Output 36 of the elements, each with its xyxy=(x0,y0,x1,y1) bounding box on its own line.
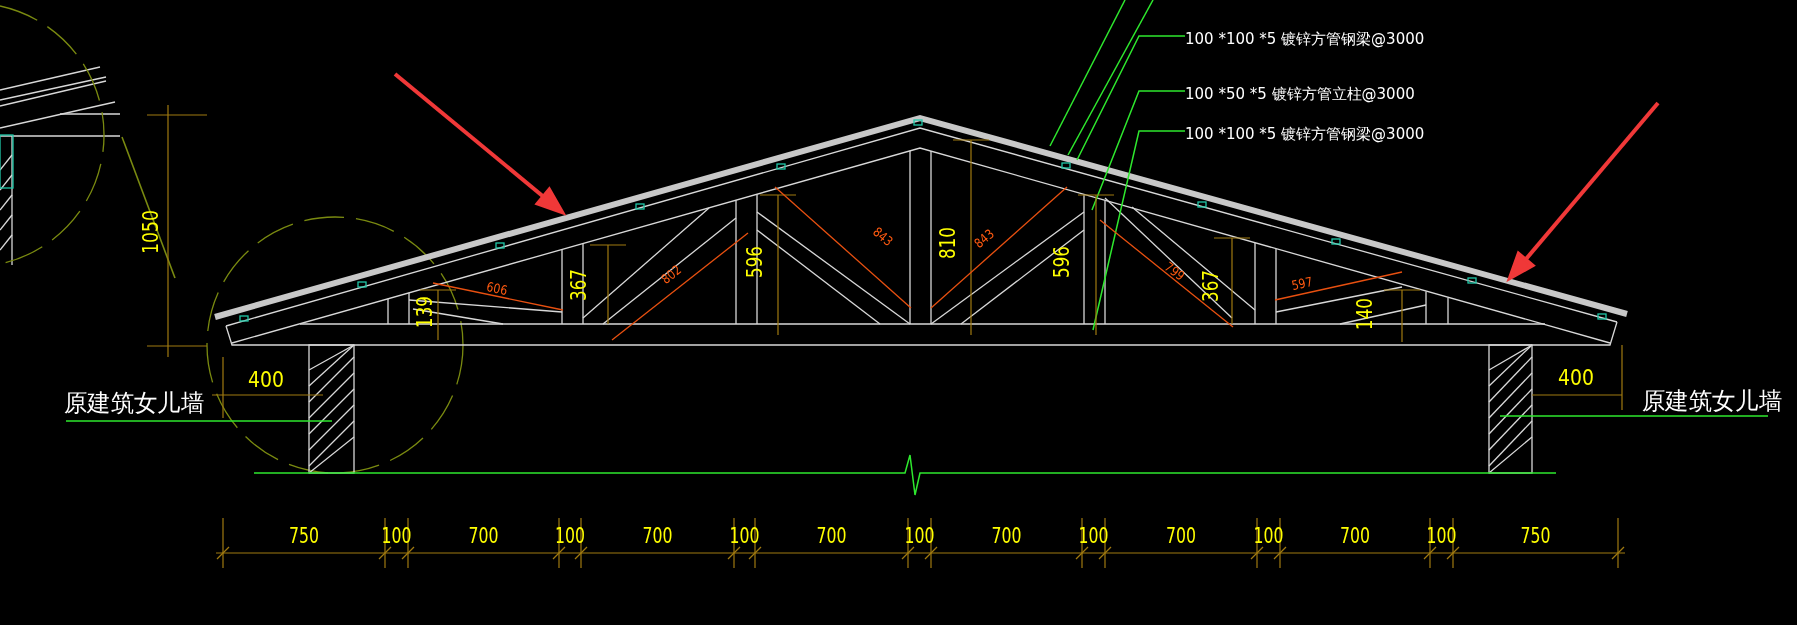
dimension-text: 400 xyxy=(1558,366,1599,390)
dimension-text: 799 xyxy=(1161,259,1191,286)
dimension-text: 139 xyxy=(413,287,437,328)
dimension-text: 596 xyxy=(1050,237,1074,278)
dimension-text: 700 xyxy=(1340,524,1381,548)
dimension-text: 700 xyxy=(642,524,683,548)
dimension-text: 802 xyxy=(658,259,688,287)
dimension-text: 700 xyxy=(816,524,857,548)
dimension-text: 100 xyxy=(1253,524,1294,548)
dimension-text: 606 xyxy=(485,279,513,299)
dimension-text: 367 xyxy=(567,260,591,301)
dimension-text: 597 xyxy=(1290,273,1318,294)
dimension-text: 700 xyxy=(468,524,509,548)
dimension-text: 843 xyxy=(971,223,1000,252)
dimension-text: 400 xyxy=(248,368,289,392)
callout-text: 100 *50 *5 镀锌方管立柱@3000 xyxy=(1185,85,1415,103)
callout-text: 100 *100 *5 镀锌方管钢梁@3000 xyxy=(1185,125,1425,143)
wall-label: 原建筑女儿墙 xyxy=(64,389,208,417)
dimension-text: 843 xyxy=(870,224,899,252)
dimension-text: 367 xyxy=(1199,261,1223,302)
dimension-text: 100 xyxy=(904,524,945,548)
dimension-text: 1050 xyxy=(139,200,163,254)
dimension-text: 700 xyxy=(991,524,1032,548)
dimension-text: 100 xyxy=(555,524,596,548)
dimension-text: 100 xyxy=(729,524,770,548)
dimension-text: 810 xyxy=(936,218,960,259)
dimension-text: 100 xyxy=(381,524,422,548)
dimension-text: 140 xyxy=(1353,289,1377,330)
dimension-text: 100 xyxy=(1426,524,1467,548)
dimension-text: 750 xyxy=(1520,524,1561,548)
wall-label: 原建筑女儿墙 xyxy=(1642,387,1786,415)
dimension-text: 750 xyxy=(289,524,330,548)
dimension-text: 100 xyxy=(1078,524,1119,548)
dimension-text: 700 xyxy=(1166,524,1207,548)
callout-text: 100 *100 *5 镀锌方管钢梁@3000 xyxy=(1185,30,1425,48)
dimension-text: 596 xyxy=(743,237,767,278)
